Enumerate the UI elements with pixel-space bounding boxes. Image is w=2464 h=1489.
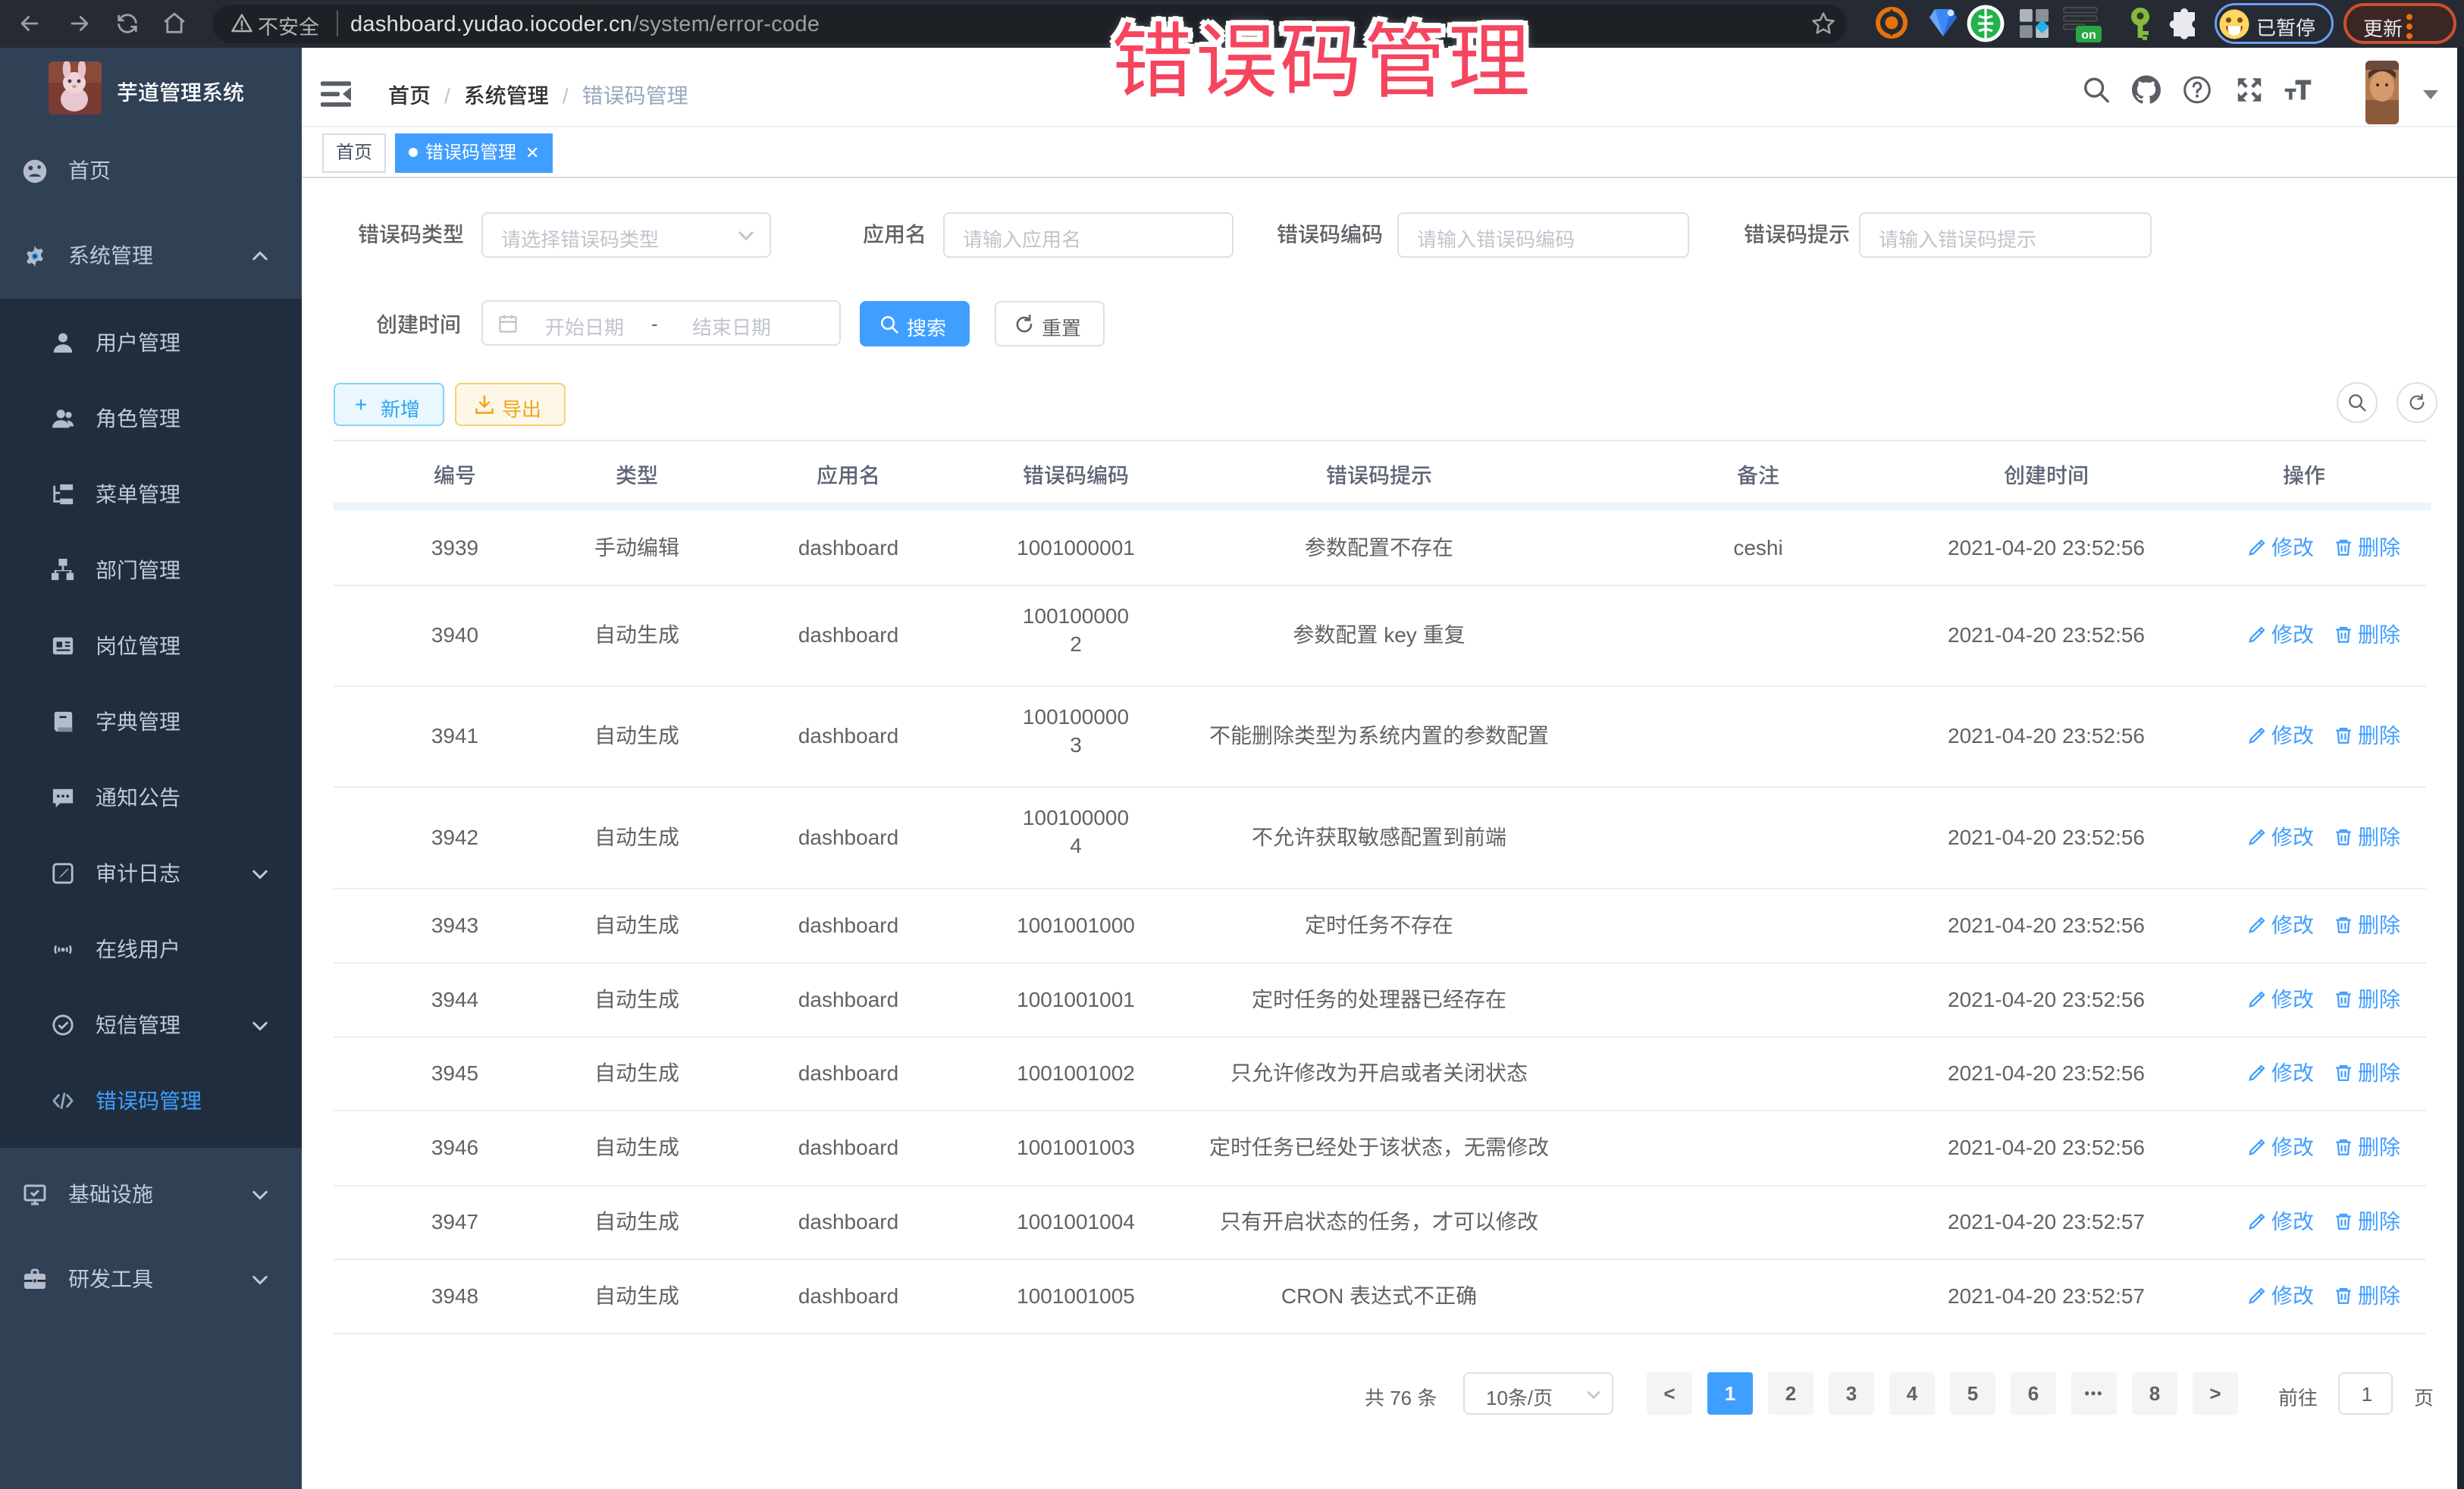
svg-text:on: on xyxy=(2081,29,2096,42)
